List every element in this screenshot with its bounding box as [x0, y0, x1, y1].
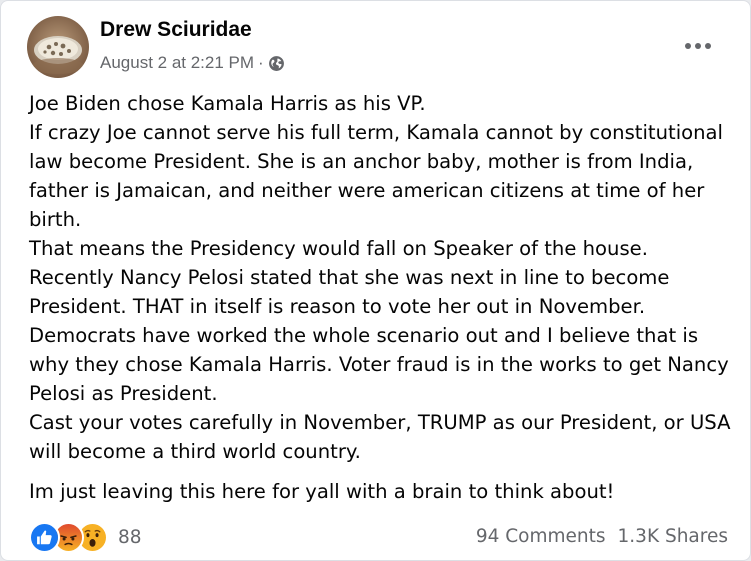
- body-line: Recently Nancy Pelosi stated that she wa…: [29, 266, 670, 318]
- like-reaction-icon: [29, 522, 60, 553]
- more-options-icon[interactable]: [680, 34, 716, 58]
- comments-count[interactable]: 94 Comments: [476, 526, 606, 547]
- shares-count[interactable]: 1.3K Shares: [618, 526, 728, 547]
- post-body: Joe Biden chose Kamala Harris as his VP.…: [29, 89, 741, 506]
- body-line: Joe Biden chose Kamala Harris as his VP.: [29, 92, 426, 115]
- body-closing-line: Im just leaving this here for yall with …: [29, 480, 615, 503]
- reaction-count: 88: [118, 527, 142, 548]
- body-line: If crazy Joe cannot serve his full term,…: [29, 121, 723, 231]
- post-timestamp[interactable]: August 2 at 2:21 PM: [100, 53, 254, 73]
- avatar[interactable]: [27, 16, 89, 78]
- body-line: Cast your votes carefully in November, T…: [29, 411, 731, 463]
- reactions-summary[interactable]: 88: [29, 522, 142, 553]
- body-line: Democrats have worked the whole scenario…: [29, 324, 729, 405]
- post-footer: 88 94 Comments 1.3K Shares: [29, 522, 728, 556]
- body-line: That means the Presidency would fall on …: [29, 237, 648, 260]
- author-name[interactable]: Drew Sciuridae: [100, 18, 252, 42]
- post-card: Drew Sciuridae August 2 at 2:21 PM · Joe…: [0, 0, 751, 561]
- post-meta: August 2 at 2:21 PM ·: [100, 53, 285, 73]
- post-header: Drew Sciuridae August 2 at 2:21 PM ·: [27, 15, 730, 79]
- engagement-counts: 94 Comments 1.3K Shares: [476, 526, 728, 547]
- globe-icon[interactable]: [268, 55, 285, 72]
- meta-separator: ·: [258, 53, 264, 72]
